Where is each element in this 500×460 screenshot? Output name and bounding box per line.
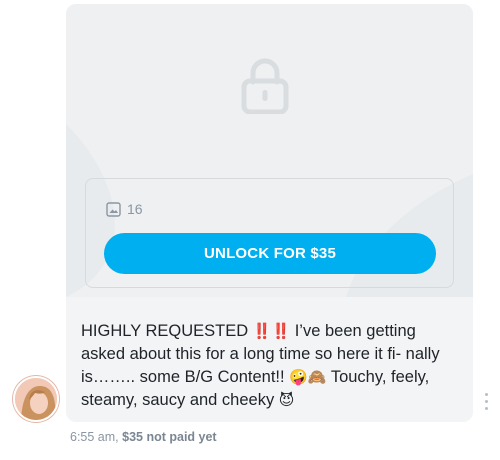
locked-media-preview: 16 UNLOCK FOR $35 [66,4,473,297]
avatar[interactable] [13,376,59,422]
payment-status: $35 not paid yet [122,430,217,444]
unlock-card: 16 UNLOCK FOR $35 [85,178,454,288]
image-icon [106,201,121,217]
double-exclamation-emoji: ‼️ [271,322,291,340]
message-bubble: 16 UNLOCK FOR $35 HIGHLY REQUESTED ‼️‼️ … [66,4,473,422]
message-text: HIGHLY REQUESTED ‼️‼️ I’ve been getting … [81,320,461,412]
lock-icon [241,58,289,114]
timestamp: 6:55 am, [70,430,119,444]
message-meta: 6:55 am, $35 not paid yet [70,430,217,444]
unlock-button[interactable]: UNLOCK FOR $35 [104,233,436,274]
zany-face-emoji: 🤪 [289,368,308,386]
message-text-part: HIGHLY REQUESTED [81,322,253,340]
avatar-image [15,378,57,420]
media-count: 16 [106,201,143,217]
media-count-value: 16 [127,201,143,217]
smiling-devil-emoji: 😈 [278,391,295,409]
more-options-icon[interactable] [482,393,490,415]
double-exclamation-emoji: ‼️ [252,322,272,340]
see-no-evil-monkey-emoji: 🙈 [307,368,327,386]
